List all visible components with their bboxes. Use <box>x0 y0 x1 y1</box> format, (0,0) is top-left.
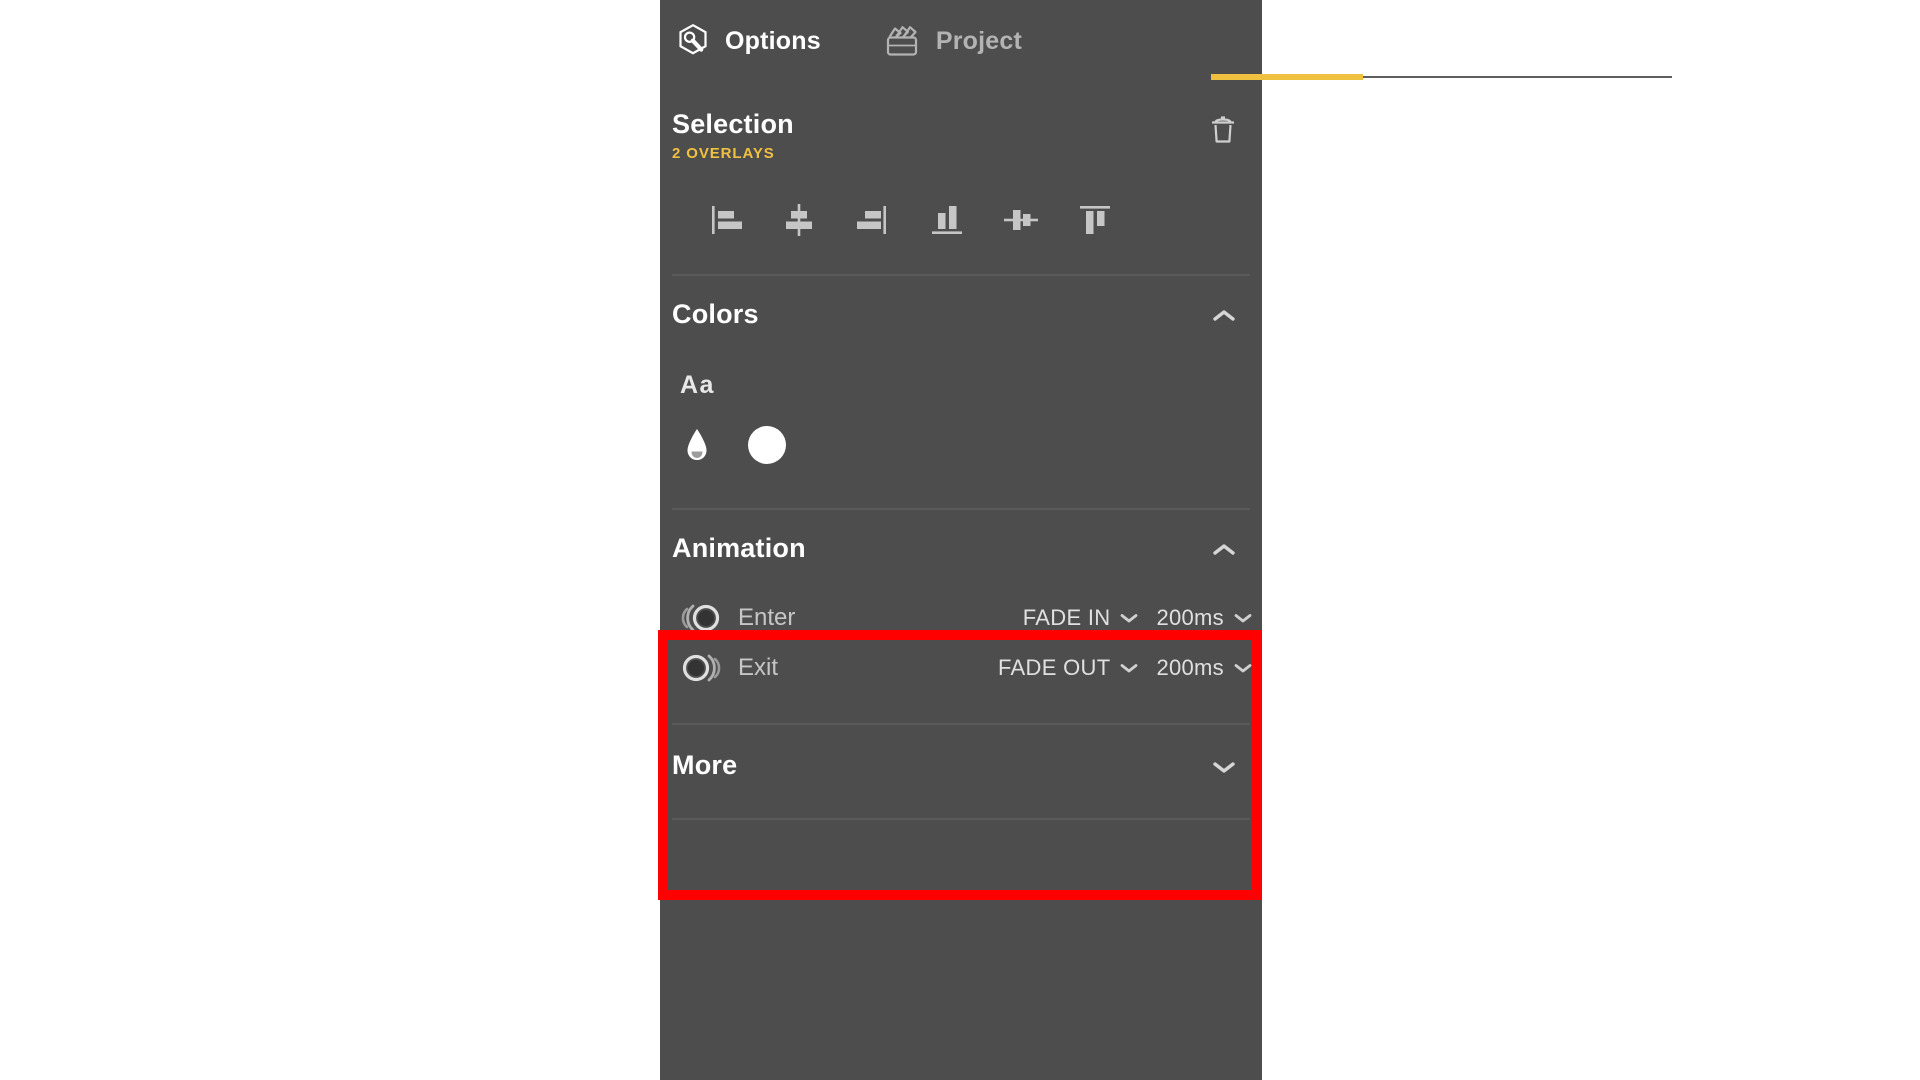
animation-header[interactable]: Animation <box>660 534 1262 571</box>
chevron-down-icon <box>1234 664 1252 673</box>
animation-exit-icon[interactable] <box>672 648 730 688</box>
active-tab-indicator <box>1211 74 1363 80</box>
animation-enter-label: Enter <box>738 604 796 632</box>
animation-title: Animation <box>672 533 806 564</box>
options-panel: Options Project Selection 2 OVERLAYS Col… <box>660 0 1672 1080</box>
animation-row-exit: Exit FADE OUT 200ms <box>660 643 1262 693</box>
animation-enter-controls: FADE IN 200ms <box>1023 605 1254 631</box>
colors-header[interactable]: Colors <box>660 300 1262 337</box>
animation-enter-icon[interactable] <box>672 598 730 638</box>
animation-rows: Enter FADE IN 200ms Exit FADE OUT 200ms <box>660 571 1262 723</box>
align-middle-vertical-icon[interactable] <box>984 192 1058 248</box>
align-center-horizontal-icon[interactable] <box>762 192 836 248</box>
alignment-toolbar <box>660 162 1262 274</box>
exit-effect-value: FADE OUT <box>998 655 1111 681</box>
align-top-icon[interactable] <box>1058 192 1132 248</box>
selection-subtitle: 2 OVERLAYS <box>672 145 775 163</box>
selection-title: Selection <box>672 109 794 139</box>
chevron-up-icon[interactable] <box>1204 534 1244 571</box>
chevron-down-icon[interactable] <box>1204 751 1244 788</box>
animation-row-enter: Enter FADE IN 200ms <box>660 593 1262 643</box>
enter-duration-value: 200ms <box>1156 605 1224 631</box>
clapperboard-icon <box>883 23 923 59</box>
wrench-hexagon-icon <box>674 22 712 60</box>
enter-effect-value: FADE IN <box>1022 605 1111 631</box>
color-swatch[interactable] <box>748 426 786 465</box>
colors-title: Colors <box>672 299 759 330</box>
animation-exit-label: Exit <box>738 654 779 682</box>
align-bottom-icon[interactable] <box>910 192 984 248</box>
panel-tabbar: Options Project <box>660 0 1672 92</box>
enter-effect-dropdown[interactable]: FADE IN <box>1023 605 1141 631</box>
align-left-icon[interactable] <box>688 192 762 248</box>
more-section: More <box>660 725 1262 821</box>
more-title: More <box>672 750 738 781</box>
exit-duration-value: 200ms <box>1156 655 1224 681</box>
exit-effect-dropdown[interactable]: FADE OUT <box>998 655 1140 681</box>
chevron-down-icon <box>1121 614 1138 623</box>
chevron-down-icon <box>1234 614 1252 623</box>
selection-section: Selection 2 OVERLAYS <box>660 92 1262 277</box>
color-swatches <box>660 400 1262 508</box>
animation-section: Animation Enter FADE IN 200ms Exit FADE … <box>660 510 1262 726</box>
animation-exit-controls: FADE OUT 200ms <box>998 655 1254 681</box>
tab-options-label: Options <box>725 26 821 55</box>
enter-duration-dropdown[interactable]: 200ms <box>1156 605 1254 631</box>
tab-options[interactable]: Options <box>660 10 835 72</box>
opacity-droplet-icon[interactable] <box>684 427 710 463</box>
align-right-icon[interactable] <box>836 192 910 248</box>
chevron-up-icon[interactable] <box>1204 300 1244 337</box>
trash-icon[interactable] <box>1202 110 1244 157</box>
colors-section: Colors Aa <box>660 276 1262 511</box>
tab-project[interactable]: Project <box>869 10 1036 72</box>
chevron-down-icon <box>1121 664 1138 673</box>
more-header[interactable]: More <box>660 751 1262 818</box>
exit-duration-dropdown[interactable]: 200ms <box>1156 655 1254 681</box>
section-divider <box>672 818 1250 821</box>
selection-header: Selection 2 OVERLAYS <box>660 110 1262 162</box>
font-preview[interactable]: Aa <box>660 337 1262 400</box>
screen: Options Project Selection 2 OVERLAYS Col… <box>0 0 1920 1080</box>
tab-project-label: Project <box>935 26 1022 55</box>
